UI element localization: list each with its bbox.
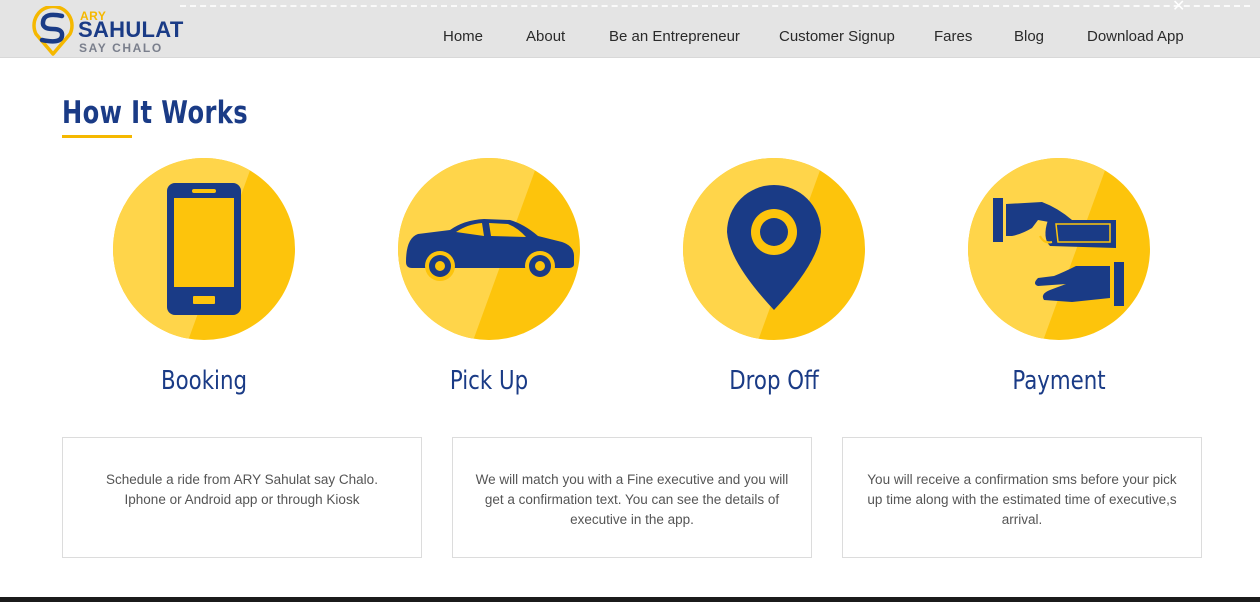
- logo-text-sahulat: SAHULAT: [78, 17, 184, 42]
- step-label: Drop Off: [729, 366, 819, 396]
- footer-strip: [0, 597, 1260, 602]
- site-logo[interactable]: ARY SAHULAT SAY CHALO: [30, 6, 190, 58]
- close-icon[interactable]: ✕: [1172, 0, 1185, 15]
- location-pin-icon: [727, 185, 821, 310]
- card-text: Schedule a ride from ARY Sahulat say Cha…: [106, 472, 378, 507]
- logo-mark-icon: [32, 6, 74, 56]
- step-label: Payment: [1012, 366, 1106, 396]
- nav-be-an-entrepreneur[interactable]: Be an Entrepreneur: [609, 28, 740, 45]
- header-decoration: [180, 5, 1250, 7]
- nav-customer-signup[interactable]: Customer Signup: [779, 28, 895, 45]
- info-card-booking: Schedule a ride from ARY Sahulat say Cha…: [62, 437, 422, 558]
- nav-about[interactable]: About: [526, 28, 565, 45]
- nav-fares[interactable]: Fares: [934, 28, 972, 45]
- step-circle: [968, 158, 1150, 340]
- site-header: ✕ ARY SAHULAT SAY CHALO Home About Be an…: [0, 0, 1260, 58]
- smartphone-icon: [167, 183, 241, 315]
- nav-blog[interactable]: Blog: [1014, 28, 1044, 45]
- step-circle: [683, 158, 865, 340]
- car-icon: [406, 219, 574, 281]
- nav-download-app[interactable]: Download App: [1087, 28, 1184, 45]
- hand-payment-icon: [993, 198, 1124, 306]
- section-title: How It Works: [62, 95, 249, 131]
- card-text: We will match you with a Fine executive …: [475, 472, 789, 527]
- step-circle: [398, 158, 580, 340]
- title-underline: [62, 135, 132, 138]
- info-card-drop-off: You will receive a confirmation sms befo…: [842, 437, 1202, 558]
- step-label: Booking: [160, 366, 248, 396]
- info-card-pick-up: We will match you with a Fine executive …: [452, 437, 812, 558]
- card-text: You will receive a confirmation sms befo…: [867, 472, 1177, 527]
- step-circle: [113, 158, 295, 340]
- step-label: Pick Up: [449, 366, 529, 396]
- logo-text-say-chalo: SAY CHALO: [79, 41, 163, 55]
- nav-home[interactable]: Home: [443, 28, 483, 45]
